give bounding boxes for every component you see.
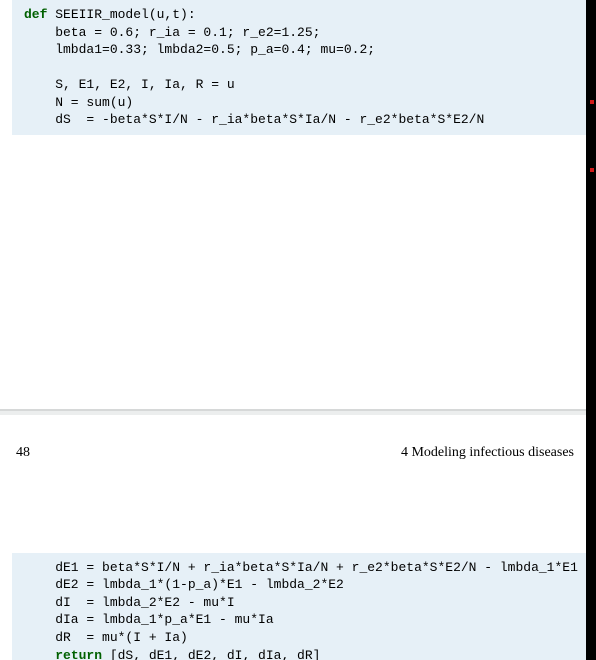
keyword-return: return [55,648,110,660]
code-line: SEEIIR_model(u,t): [55,7,195,22]
code-line: N = sum(u) [24,95,133,110]
right-margin-stripe [586,0,596,660]
code-line: S, E1, E2, I, Ia, R = u [24,77,235,92]
page-container: def SEEIIR_model(u,t): beta = 0.6; r_ia … [0,0,596,660]
code-line: [dS, dE1, dE2, dI, dIa, dR] [110,648,321,660]
code-line: dS = -beta*S*I/N - r_ia*beta*S*Ia/N - r_… [24,112,484,127]
code-line: dR = mu*(I + Ia) [24,630,188,645]
code-line: dI = lmbda_2*E2 - mu*I [24,595,235,610]
mark-dot-1 [590,100,594,104]
keyword-def: def [24,7,55,22]
running-head: 4 Modeling infectious diseases [401,445,574,461]
code-line: dE2 = lmbda_1*(1-p_a)*E1 - lmbda_2*E2 [24,577,344,592]
code-block-bottom: dE1 = beta*S*I/N + r_ia*beta*S*Ia/N + r_… [12,553,586,660]
page-header: 48 4 Modeling infectious diseases [0,415,596,479]
code-line: lmbda1=0.33; lmbda2=0.5; p_a=0.4; mu=0.2… [24,42,375,57]
code-block-top: def SEEIIR_model(u,t): beta = 0.6; r_ia … [12,0,586,135]
header-to-code-gap [0,479,596,553]
code-line: beta = 0.6; r_ia = 0.1; r_e2=1.25; [24,25,320,40]
page-whitespace [0,135,596,409]
code-line: dE1 = beta*S*I/N + r_ia*beta*S*Ia/N + r_… [24,560,578,575]
code-line: dIa = lmbda_1*p_a*E1 - mu*Ia [24,612,274,627]
mark-dot-2 [590,168,594,172]
code-line [24,648,55,660]
page-number: 48 [16,445,30,461]
